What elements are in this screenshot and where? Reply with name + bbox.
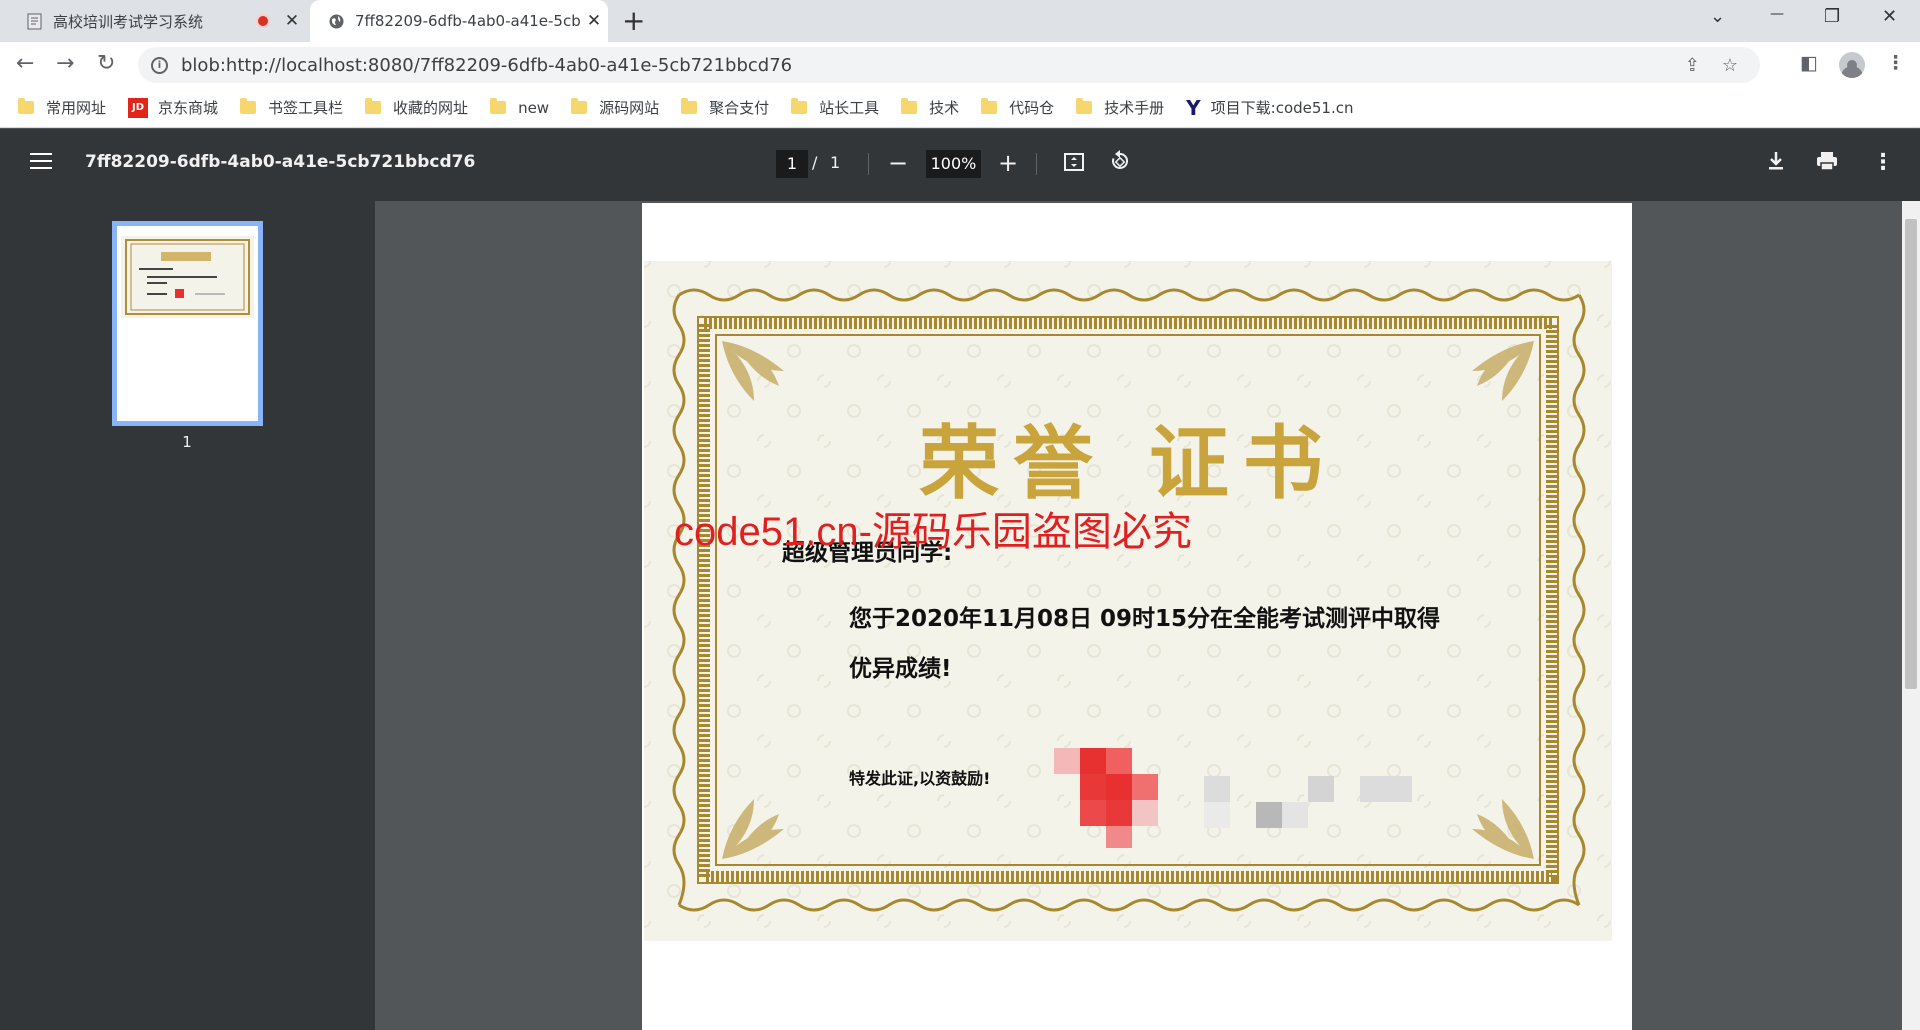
bookmark-label: 技术 (929, 99, 960, 117)
back-icon[interactable]: ← (16, 51, 34, 76)
bookmark-label: 项目下载:code51.cn (1210, 99, 1354, 117)
y-logo-icon: Y (1186, 95, 1201, 120)
bookmark-label: 代码仓 (1009, 99, 1055, 117)
bookmark-label: 聚合支付 (709, 99, 770, 117)
certificate: 荣誉 证书 超级管理员同学: 您于2020年11月08日 09时15分在全能考试… (644, 261, 1612, 941)
folder-icon (791, 98, 808, 114)
page-separator: / (812, 153, 818, 172)
address-bar[interactable]: i blob:http://localhost:8080/7ff82209-6d… (138, 47, 1760, 83)
page-total: 1 (830, 153, 841, 172)
pdf-scrollbar[interactable] (1902, 201, 1920, 1030)
certificate-heading: 荣誉 证书 (919, 416, 1337, 510)
bookmark-label: 京东商城 (158, 99, 219, 117)
tab-close-button[interactable]: ✕ (278, 11, 306, 31)
minimize-button[interactable]: — (1770, 6, 1784, 22)
bookmark-item[interactable]: 站长工具 (791, 97, 879, 118)
page-thumbnail[interactable] (112, 221, 263, 426)
tab-search-icon[interactable]: ⌄ (1710, 6, 1725, 27)
pdf-more-icon[interactable]: ⋮ (1872, 146, 1894, 180)
toolbar-divider (1036, 153, 1037, 175)
bookmark-star-icon[interactable]: ☆ (1722, 55, 1738, 76)
certificate-body-line2: 优异成绩! (849, 656, 952, 682)
tab-title: 高校培训考试学习系统 (53, 12, 204, 31)
page-favicon-icon (26, 13, 43, 30)
print-icon[interactable] (1815, 147, 1839, 181)
bookmark-item[interactable]: Y 项目下载:code51.cn (1186, 96, 1353, 120)
rotate-icon[interactable] (1108, 148, 1132, 182)
zoom-input[interactable]: 100% (926, 150, 981, 178)
bookmark-item[interactable]: 源码网站 (571, 97, 659, 118)
download-icon[interactable] (1765, 147, 1787, 181)
recording-icon (256, 14, 270, 28)
pdf-page: 荣誉 证书 超级管理员同学: 您于2020年11月08日 09时15分在全能考试… (642, 203, 1632, 1030)
zoom-out-icon[interactable]: − (888, 146, 908, 180)
bookmark-label: 技术手册 (1104, 99, 1165, 117)
pdf-thumbnail-sidebar: 1 (0, 201, 375, 1030)
bookmark-item[interactable]: 收藏的网址 (365, 97, 468, 118)
pixelated-seal-signature (1054, 748, 1412, 848)
browser-menu-icon[interactable]: ⋮ (1886, 52, 1905, 74)
side-panel-icon[interactable]: ◧ (1800, 52, 1818, 74)
bookmark-item[interactable]: 书签工具栏 (240, 97, 343, 118)
bookmark-label: 站长工具 (819, 99, 880, 117)
bookmark-label: 书签工具栏 (268, 99, 344, 117)
tab-title: 7ff82209-6dfb-4ab0-a41e-5cb (355, 12, 580, 30)
folder-icon (240, 98, 257, 114)
pdf-toolbar: 7ff82209-6dfb-4ab0-a41e-5cb721bbcd76 1 /… (0, 129, 1920, 201)
tab-close-button[interactable]: ✕ (580, 11, 608, 31)
watermark-text: code51.cn-源码乐园盗图必究 (674, 510, 1192, 554)
bookmark-label: 收藏的网址 (393, 99, 469, 117)
scrollbar-thumb[interactable] (1905, 219, 1917, 689)
site-info-icon[interactable]: i (151, 56, 168, 74)
bookmark-label: 源码网站 (599, 99, 660, 117)
profile-avatar-icon[interactable] (1839, 52, 1865, 78)
folder-icon (490, 98, 507, 114)
pdf-menu-icon[interactable] (30, 153, 52, 169)
fit-to-page-icon[interactable] (1063, 148, 1085, 182)
globe-icon (328, 13, 345, 30)
browser-toolbar: ← → ↻ i blob:http://localhost:8080/7ff82… (0, 42, 1920, 88)
new-tab-button[interactable]: + (622, 6, 645, 36)
folder-icon (681, 98, 698, 114)
tab-pdf-blob[interactable]: 7ff82209-6dfb-4ab0-a41e-5cb ✕ (310, 0, 608, 42)
tab-exam-system[interactable]: 高校培训考试学习系统 ✕ (8, 0, 306, 42)
pdf-title: 7ff82209-6dfb-4ab0-a41e-5cb721bbcd76 (85, 152, 476, 172)
certificate-closing: 特发此证,以资鼓励! (849, 769, 991, 788)
share-icon[interactable]: ⇪ (1685, 55, 1700, 76)
folder-icon (18, 98, 34, 114)
bookmark-item[interactable]: 聚合支付 (681, 97, 769, 118)
pdf-viewer[interactable]: 荣誉 证书 超级管理员同学: 您于2020年11月08日 09时15分在全能考试… (375, 201, 1920, 1030)
bookmark-label: new (518, 98, 550, 117)
bookmark-item[interactable]: 常用网址 (18, 97, 106, 118)
bookmark-item[interactable]: 技术 (901, 97, 959, 118)
folder-icon (571, 98, 588, 114)
forward-icon[interactable]: → (56, 51, 74, 76)
reload-icon[interactable]: ↻ (97, 51, 115, 76)
folder-icon (901, 98, 918, 114)
page-number-input[interactable]: 1 (776, 150, 808, 178)
jd-icon: JD (128, 97, 149, 118)
thumbnail-page-number: 1 (182, 433, 192, 451)
bookmark-item[interactable]: new (490, 98, 550, 117)
window-close-button[interactable]: ✕ (1882, 6, 1897, 27)
folder-icon (981, 98, 998, 114)
bookmark-item[interactable]: 技术手册 (1076, 97, 1164, 118)
folder-icon (365, 98, 382, 114)
bookmark-label: 常用网址 (46, 99, 107, 117)
certificate-body-line1: 您于2020年11月08日 09时15分在全能考试测评中取得 (849, 606, 1441, 632)
zoom-in-icon[interactable]: + (998, 146, 1018, 180)
url-text[interactable]: blob:http://localhost:8080/7ff82209-6dfb… (181, 55, 1685, 76)
restore-button[interactable]: ❐ (1824, 6, 1840, 27)
bookmarks-bar: 常用网址 JD 京东商城 书签工具栏 收藏的网址 new 源码网站 聚合支付 站长工具 技术 代码仓… (0, 88, 1920, 128)
bookmark-item[interactable]: 代码仓 (981, 97, 1054, 118)
toolbar-divider (868, 153, 869, 175)
bookmark-item[interactable]: JD 京东商城 (128, 97, 218, 118)
folder-icon (1076, 98, 1093, 114)
tab-strip: 高校培训考试学习系统 ✕ 7ff82209-6dfb-4ab0-a41e-5cb… (0, 0, 1920, 42)
